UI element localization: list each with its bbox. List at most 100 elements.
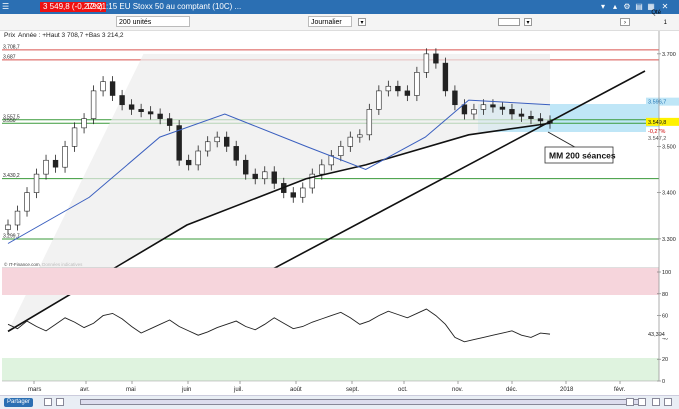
candle-body [309, 173, 315, 189]
rsi-value-bg [646, 330, 679, 339]
candle-body [347, 136, 354, 147]
candle-body [5, 224, 11, 230]
candle-body [262, 171, 268, 180]
candle-body [166, 118, 173, 126]
zoom-out-icon[interactable] [626, 398, 634, 406]
up-icon[interactable]: ▴ [610, 2, 620, 12]
candle-body [138, 109, 144, 112]
candle-body [52, 159, 59, 168]
nav-last-icon[interactable] [664, 398, 672, 406]
credits: © IT-Finance.com, Données indicatives [4, 261, 83, 267]
units-select[interactable]: 200 unités [116, 16, 190, 27]
candle-body [71, 127, 78, 147]
candle-body [271, 171, 277, 184]
level-badge: 3.596,7 [648, 100, 666, 106]
candle-body [328, 155, 334, 166]
rsi-tick-label: 100 [662, 270, 671, 276]
rsi-tick-label: 0 [662, 379, 665, 385]
candle-body [509, 109, 515, 115]
month-label: 2018 [560, 387, 574, 393]
rsi-overbought-zone [2, 268, 659, 295]
share-button[interactable]: Partager [4, 398, 34, 407]
print-icon[interactable]: ▤ [634, 2, 644, 12]
candle-body [100, 81, 106, 92]
price-tick-label: 3.600 [662, 98, 676, 104]
level-label: 3.708,7 [3, 44, 20, 50]
down-icon[interactable]: ▾ [598, 2, 608, 12]
period-arrow-icon[interactable]: ▾ [358, 18, 366, 26]
support-badge: 3.547,2 [648, 136, 666, 142]
level-label: 3.550 [3, 118, 16, 124]
level-label: 3.430,2 [3, 173, 20, 179]
annotation-box [544, 146, 614, 164]
window-title: 12:21:15 EU Stoxx 50 au comptant (10C) .… [86, 2, 242, 11]
time-scrollbar[interactable] [80, 399, 640, 405]
month-label: mars [28, 387, 41, 393]
month-label: févr. [614, 387, 626, 393]
candle-body [366, 109, 373, 136]
chevron-icon[interactable]: › [620, 18, 630, 26]
month-label: sept. [346, 387, 359, 393]
annotation-pointer [547, 131, 581, 151]
candle-body [119, 95, 125, 106]
menu-icon[interactable]: ☰ [2, 2, 10, 12]
candle-body [461, 104, 468, 115]
candle-body [528, 116, 534, 119]
candle-body [414, 72, 420, 96]
candle-body [452, 90, 458, 106]
price-tick-label: 3.300 [662, 237, 676, 243]
consolidation-zone [478, 104, 659, 132]
chart-toolbar: 200 unités Journalier ▾ ▾ › [0, 14, 679, 31]
dropdown-icon[interactable]: ▾ [524, 18, 532, 26]
rsi-oversold-zone [2, 358, 659, 381]
last-price-badge-bg [646, 117, 679, 126]
month-label: oct. [398, 387, 408, 393]
change-badge: -0,27% [648, 129, 666, 135]
quantity-value[interactable]: 1 [664, 20, 667, 26]
candle-body [290, 192, 296, 198]
candle-body [195, 150, 201, 166]
level-badge-bg [646, 97, 679, 106]
candle-body [499, 106, 506, 110]
last-price-badge: 3.549,8 [648, 120, 666, 126]
candle-body [423, 53, 430, 73]
candle-body [233, 146, 239, 161]
candle-body [471, 109, 477, 115]
support-badge-bg [646, 133, 679, 142]
candle-body [90, 90, 97, 119]
candle-body [214, 136, 220, 143]
rsi-tick-label: 20 [662, 357, 668, 363]
chart-area[interactable]: Prix Année : +Haut 3 708,7 +Bas 3 214,2 … [0, 0, 679, 395]
nav-prev-icon[interactable] [56, 398, 64, 406]
candle-body [128, 104, 135, 110]
candle-body [185, 159, 192, 166]
close-icon[interactable]: ✕ [660, 2, 670, 12]
rsi-tick-label: 60 [662, 314, 668, 320]
gear-icon[interactable]: ⚙ [622, 2, 632, 12]
candle-body [537, 118, 544, 122]
month-label: nov. [452, 387, 463, 393]
indicators-icon[interactable] [498, 18, 520, 26]
candle-body [338, 146, 344, 156]
prix-label: Prix [4, 32, 16, 39]
zoom-in-icon[interactable] [638, 398, 646, 406]
candle-body [385, 85, 392, 92]
rsi-line [7, 308, 551, 343]
candle-body [300, 187, 306, 198]
candle-body [518, 113, 525, 117]
quantity-label: Qté [651, 10, 661, 16]
ma-short-line [7, 99, 551, 244]
candle-body [147, 111, 154, 115]
nav-first-icon[interactable] [44, 398, 52, 406]
window-title-bar: ☰ 3 549,8 (-0,27%) 12:21:15 EU Stoxx 50 … [0, 0, 679, 14]
nav-next-icon[interactable] [652, 398, 660, 406]
candle-body [33, 173, 40, 193]
period-select[interactable]: Journalier [308, 16, 352, 27]
level-label: 3.557,5 [3, 114, 20, 120]
month-label: avr. [80, 387, 90, 393]
month-label: août [290, 387, 302, 393]
candle-body [43, 159, 49, 175]
month-label: mai [126, 387, 136, 393]
candle-body [243, 159, 249, 175]
candle-body [24, 192, 30, 212]
